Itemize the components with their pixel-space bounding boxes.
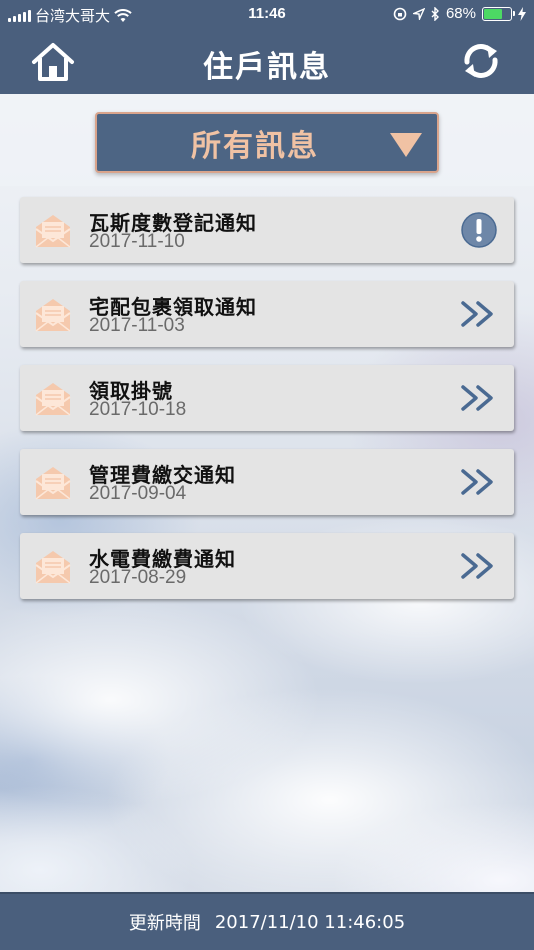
- message-item[interactable]: 水電費繳費通知 2017-08-29: [20, 533, 514, 599]
- caret-down-icon: [390, 133, 422, 157]
- battery-percent: 68%: [445, 5, 476, 22]
- chevron-double-right-icon: [461, 469, 493, 495]
- update-time-label: 更新時間: [128, 913, 201, 934]
- chevron-double-right-icon: [461, 301, 493, 327]
- message-date: 2017-11-10: [89, 231, 185, 252]
- alert-button[interactable]: [460, 212, 498, 248]
- message-list: 瓦斯度數登記通知 2017-11-10 宅配包裹領取通知 2017-11-03 …: [20, 197, 514, 617]
- open-envelope-icon: [35, 215, 71, 248]
- message-date: 2017-08-29: [89, 567, 187, 588]
- message-date: 2017-10-18: [89, 399, 187, 420]
- chevron-double-right-icon: [461, 553, 493, 579]
- open-envelope-icon: [35, 551, 71, 584]
- open-message-button[interactable]: [460, 380, 498, 416]
- top-bar: 台湾大哥大 11:46 68% 住戶訊息: [0, 0, 534, 94]
- message-item[interactable]: 宅配包裹領取通知 2017-11-03: [20, 281, 514, 347]
- location-icon: [412, 7, 425, 20]
- alert-icon: [461, 212, 497, 248]
- open-message-button[interactable]: [460, 296, 498, 332]
- refresh-button[interactable]: [460, 40, 502, 82]
- refresh-icon: [464, 44, 498, 78]
- message-item[interactable]: 瓦斯度數登記通知 2017-11-10: [20, 197, 514, 263]
- open-message-button[interactable]: [460, 464, 498, 500]
- page-title: 住戶訊息: [203, 50, 331, 85]
- open-envelope-icon: [35, 383, 71, 416]
- open-envelope-icon: [35, 299, 71, 332]
- message-item[interactable]: 管理費繳交通知 2017-09-04: [20, 449, 514, 515]
- message-date: 2017-09-04: [89, 483, 187, 504]
- message-filter-dropdown[interactable]: 所有訊息: [95, 112, 439, 173]
- battery-icon: [482, 6, 515, 21]
- bluetooth-icon: [431, 6, 439, 21]
- footer-bar: 更新時間 2017/11/10 11:46:05: [0, 892, 534, 950]
- status-bar: 台湾大哥大 11:46 68%: [0, 0, 534, 28]
- dropdown-selected-label: 所有訊息: [191, 128, 319, 164]
- message-item[interactable]: 領取掛號 2017-10-18: [20, 365, 514, 431]
- open-envelope-icon: [35, 467, 71, 500]
- message-date: 2017-11-03: [89, 315, 185, 336]
- update-timestamp: 2017/11/10 11:46:05: [214, 911, 406, 933]
- open-message-button[interactable]: [460, 548, 498, 584]
- chevron-double-right-icon: [461, 385, 493, 411]
- charging-icon: [518, 6, 526, 21]
- orientation-lock-icon: [393, 7, 407, 20]
